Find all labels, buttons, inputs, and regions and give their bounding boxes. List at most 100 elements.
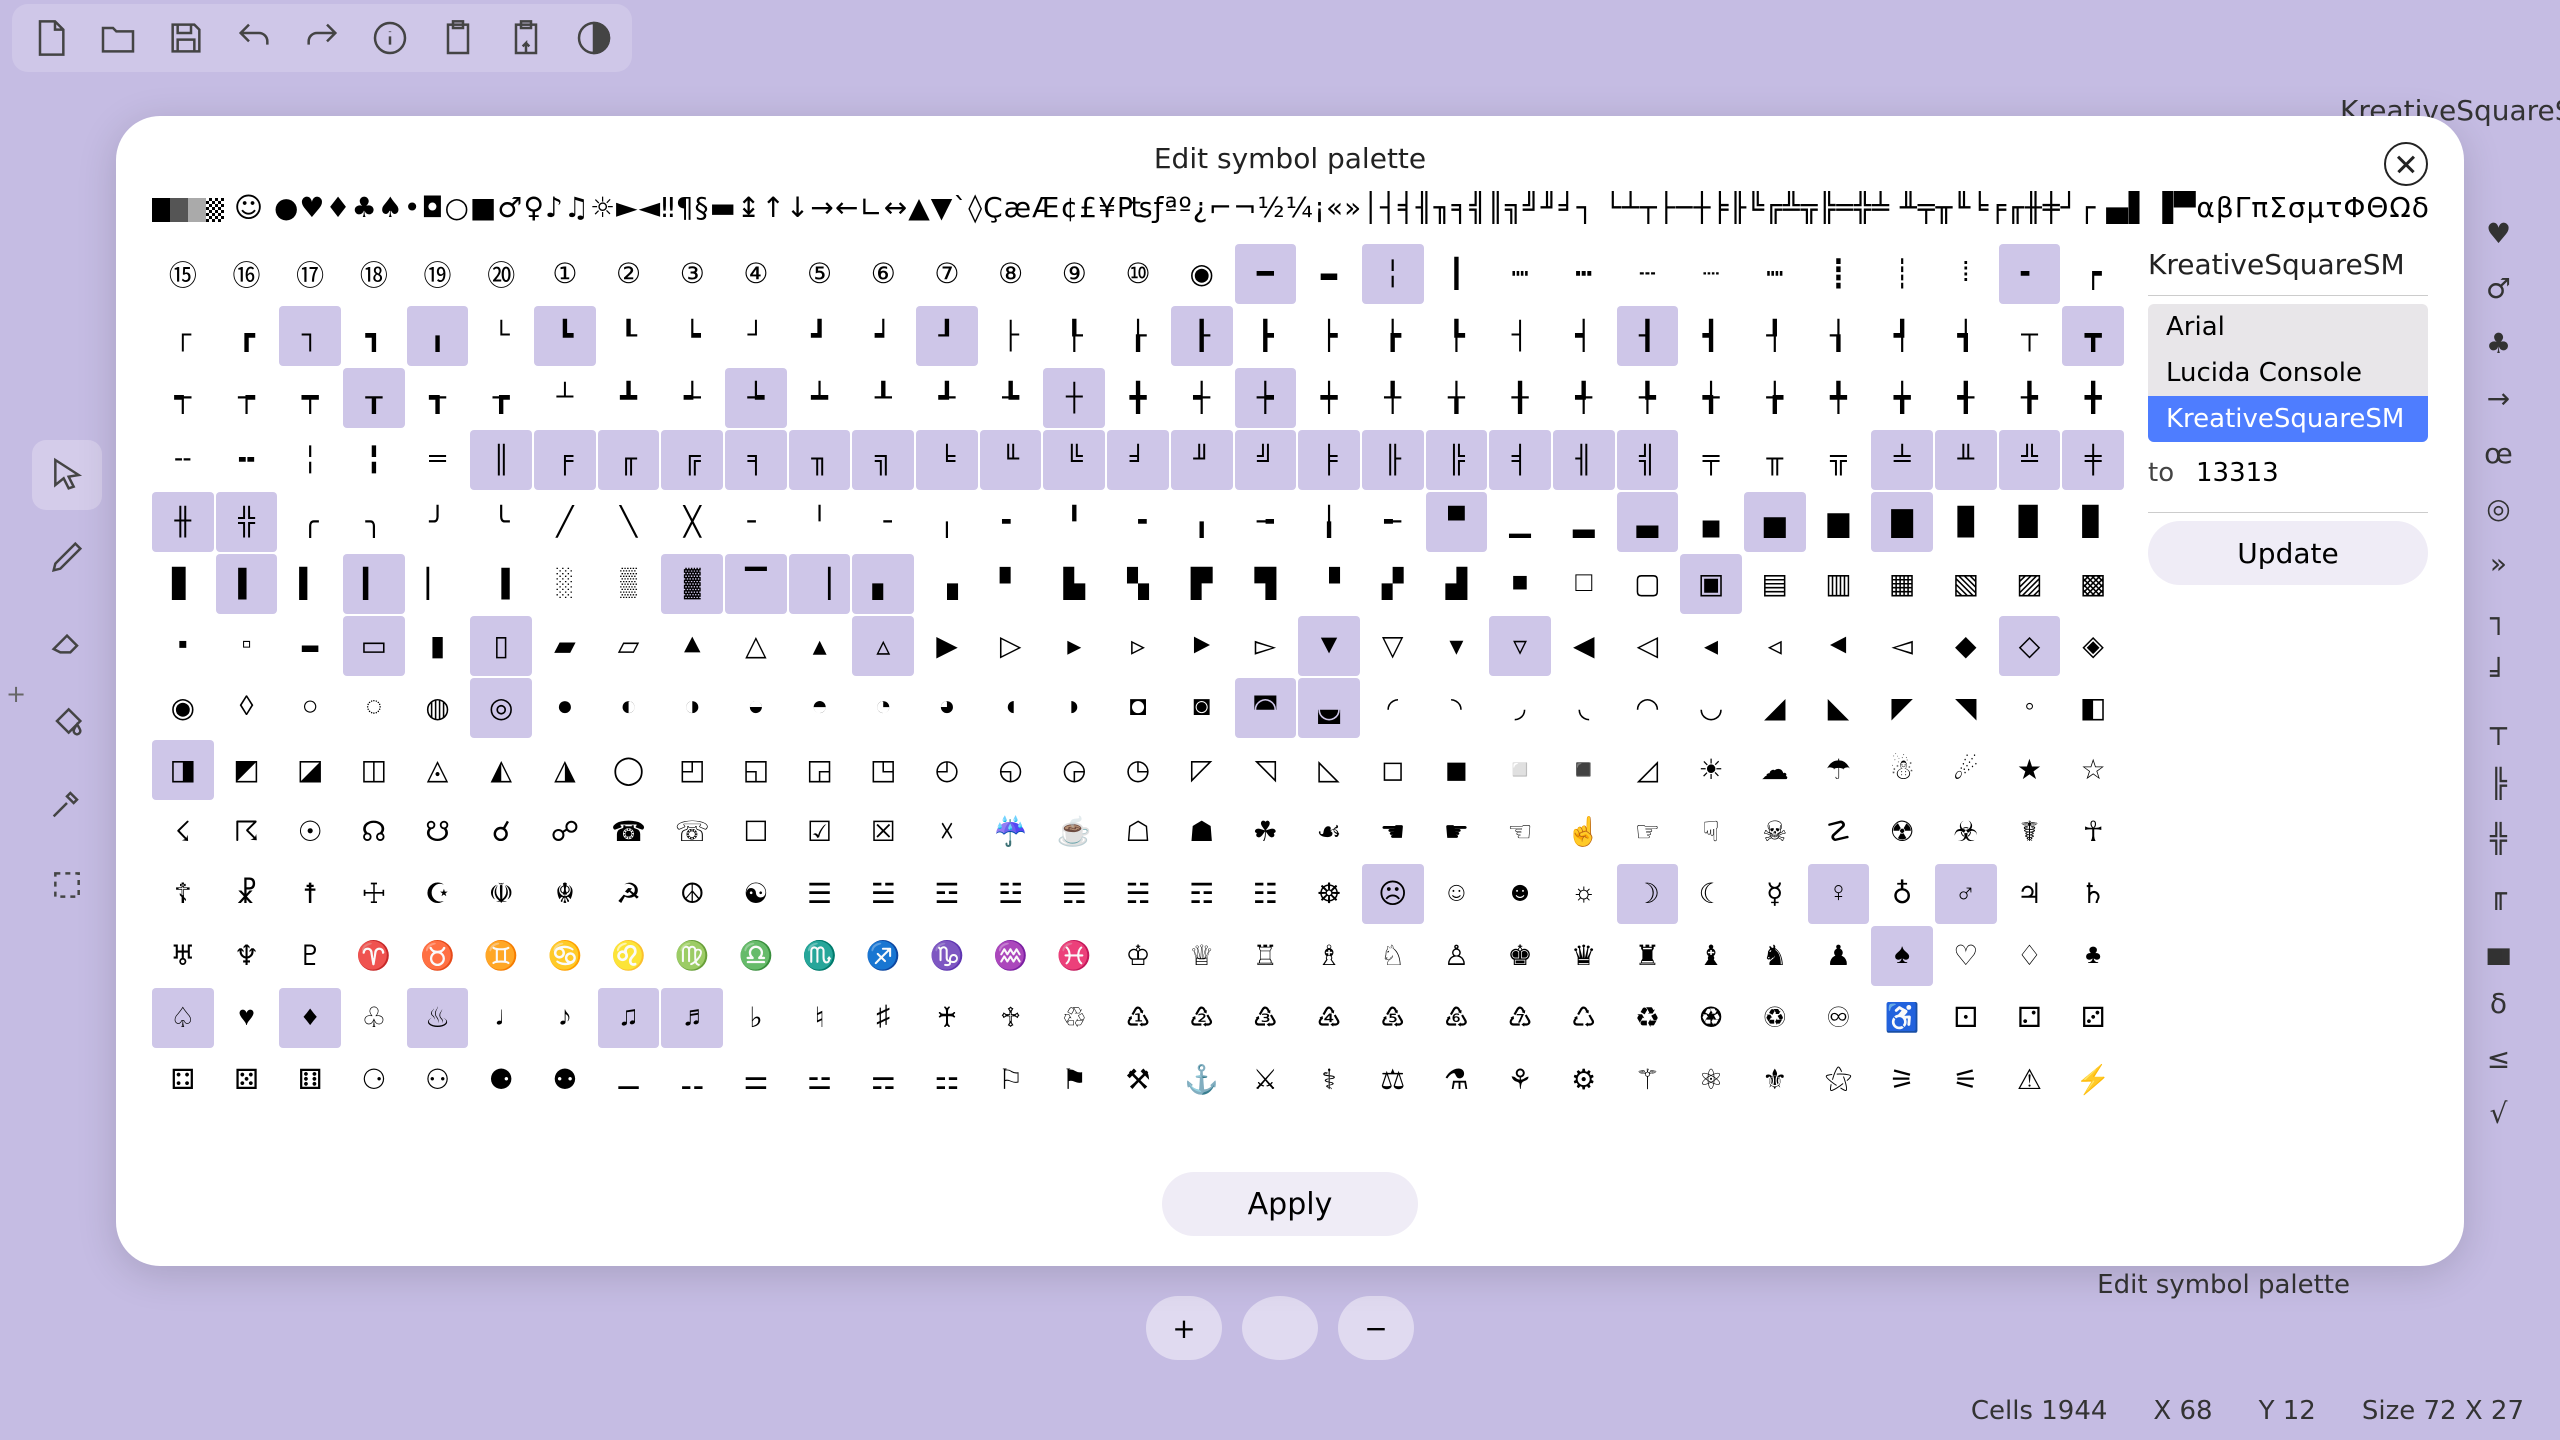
symbol-cell[interactable]: ☓ [916, 802, 978, 862]
symbol-cell[interactable]: ☼ [1553, 864, 1615, 924]
symbol-cell[interactable]: ◪ [279, 740, 341, 800]
save-button[interactable] [152, 8, 220, 68]
symbol-cell[interactable]: ┕ [661, 306, 723, 366]
sidebar-symbol[interactable]: » [2461, 547, 2536, 580]
symbol-cell[interactable]: ☱ [852, 864, 914, 924]
symbol-cell[interactable]: ☥ [2062, 802, 2124, 862]
symbol-cell[interactable]: ╍ [216, 430, 278, 490]
symbol-cell[interactable]: ▨ [1999, 554, 2061, 614]
symbol-cell[interactable]: ☽ [1617, 864, 1679, 924]
symbol-cell[interactable]: ╩ [1999, 430, 2061, 490]
sidebar-symbol[interactable]: œ [2461, 437, 2536, 470]
symbol-cell[interactable]: ◿ [1617, 740, 1679, 800]
symbol-cell[interactable]: ♍ [661, 926, 723, 986]
symbol-cell[interactable]: ▬ [1298, 244, 1360, 304]
symbol-cell[interactable]: ◯ [598, 740, 660, 800]
font-option[interactable]: KreativeSquareSM [2148, 396, 2428, 442]
symbol-cell[interactable]: ║ [470, 430, 532, 490]
symbol-cell[interactable]: ▭ [343, 616, 405, 676]
symbol-cell[interactable]: ◺ [1298, 740, 1360, 800]
symbol-cell[interactable]: ☾ [1680, 864, 1742, 924]
symbol-cell[interactable]: █ [1935, 492, 1997, 552]
symbol-cell[interactable]: ┃ [1426, 244, 1488, 304]
symbol-cell[interactable]: ┋ [1808, 244, 1870, 304]
symbol-cell[interactable]: ♋ [534, 926, 596, 986]
symbol-cell[interactable]: ◒ [725, 678, 787, 738]
symbol-cell[interactable]: ⚎ [852, 1050, 914, 1110]
symbol-cell[interactable]: ┉ [1489, 244, 1551, 304]
symbol-cell[interactable]: ▂ [1553, 492, 1615, 552]
symbol-cell[interactable]: ╖ [789, 430, 851, 490]
update-button[interactable]: Update [2148, 521, 2428, 585]
symbol-cell[interactable]: ╀ [1362, 368, 1424, 428]
sidebar-symbol[interactable]: ♂ [2461, 272, 2536, 305]
symbol-cell[interactable]: ▅ [1744, 492, 1806, 552]
symbol-cell[interactable]: ◑ [661, 678, 723, 738]
symbol-cell[interactable]: ⚌ [725, 1050, 787, 1110]
symbol-cell[interactable]: ⑩ [1107, 244, 1169, 304]
symbol-cell[interactable]: ⑱ [343, 244, 405, 304]
symbol-cell[interactable]: ♎ [725, 926, 787, 986]
symbol-cell[interactable]: ▿ [1489, 616, 1551, 676]
symbol-cell[interactable]: ┰ [343, 368, 405, 428]
symbol-cell[interactable]: ♗ [1298, 926, 1360, 986]
symbol-cell[interactable]: ▱ [598, 616, 660, 676]
symbol-cell[interactable]: ◇ [1999, 616, 2061, 676]
sidebar-symbol[interactable]: ╬ [2461, 822, 2536, 855]
symbol-cell[interactable]: ┠ [1171, 306, 1233, 366]
symbol-cell[interactable]: ⚝ [1808, 1050, 1870, 1110]
symbol-cell[interactable]: ⚖ [1362, 1050, 1424, 1110]
symbol-cell[interactable]: ► [1171, 616, 1233, 676]
sidebar-symbol[interactable]: ╓ [2461, 877, 2536, 910]
symbol-cell[interactable]: ☙ [1298, 802, 1360, 862]
symbol-cell[interactable]: ◎ [470, 678, 532, 738]
symbol-cell[interactable]: ③ [661, 244, 723, 304]
symbol-cell[interactable]: ┞ [1043, 306, 1105, 366]
symbol-cell[interactable]: ╆ [1744, 368, 1806, 428]
symbol-cell[interactable]: ◁ [1617, 616, 1679, 676]
symbol-cell[interactable]: ▇ [1871, 492, 1933, 552]
symbol-cell[interactable]: ♊ [470, 926, 532, 986]
symbol-cell[interactable]: ╴ [725, 492, 787, 552]
symbol-cell[interactable]: ▓ [661, 554, 723, 614]
symbol-cell[interactable]: ◝ [1426, 678, 1488, 738]
symbol-cell[interactable]: ▰ [534, 616, 596, 676]
symbol-cell[interactable]: ♛ [1553, 926, 1615, 986]
symbol-cell[interactable]: ♠ [1871, 926, 1933, 986]
redo-button[interactable] [288, 8, 356, 68]
symbol-cell[interactable]: ┚ [916, 306, 978, 366]
symbol-cell[interactable]: ▗ [916, 554, 978, 614]
symbol-cell[interactable]: ▩ [2062, 554, 2124, 614]
symbol-cell[interactable]: ▷ [980, 616, 1042, 676]
symbol-cell[interactable]: ▔ [725, 554, 787, 614]
clipboard-button[interactable] [424, 8, 492, 68]
symbol-cell[interactable]: ▴ [789, 616, 851, 676]
symbol-cell[interactable]: ⚟ [1935, 1050, 1997, 1110]
symbol-cell[interactable]: ⚋ [661, 1050, 723, 1110]
symbol-cell[interactable]: ⚑ [1043, 1050, 1105, 1110]
symbol-cell[interactable]: ◶ [1043, 740, 1105, 800]
symbol-cell[interactable]: ☋ [407, 802, 469, 862]
symbol-cell[interactable]: ┭ [152, 368, 214, 428]
symbol-cell[interactable]: ▖ [852, 554, 914, 614]
symbol-cell[interactable]: ⚔ [1235, 1050, 1297, 1110]
symbol-cell[interactable]: ◣ [1808, 678, 1870, 738]
symbol-cell[interactable]: ▣ [1680, 554, 1742, 614]
symbol-cell[interactable]: ♆ [216, 926, 278, 986]
symbol-cell[interactable]: ⚀ [1935, 988, 1997, 1048]
symbol-cell[interactable]: ♓ [1043, 926, 1105, 986]
symbol-cell[interactable]: ◨ [152, 740, 214, 800]
symbol-cell[interactable]: ═ [407, 430, 469, 490]
symbol-cell[interactable]: ┦ [1744, 306, 1806, 366]
symbol-cell[interactable]: ◡ [1680, 678, 1742, 738]
symbol-cell[interactable]: ◩ [216, 740, 278, 800]
symbol-cell[interactable]: ◉ [152, 678, 214, 738]
symbol-cell[interactable]: ♦ [279, 988, 341, 1048]
symbol-cell[interactable]: ◂ [1680, 616, 1742, 676]
symbol-cell[interactable]: ▢ [1617, 554, 1679, 614]
symbol-cell[interactable]: ┬ [1999, 306, 2061, 366]
symbol-cell[interactable]: ╈ [1871, 368, 1933, 428]
symbol-cell[interactable]: △ [725, 616, 787, 676]
symbol-cell[interactable]: ┩ [1871, 306, 1933, 366]
symbol-cell[interactable]: ┈ [1680, 244, 1742, 304]
